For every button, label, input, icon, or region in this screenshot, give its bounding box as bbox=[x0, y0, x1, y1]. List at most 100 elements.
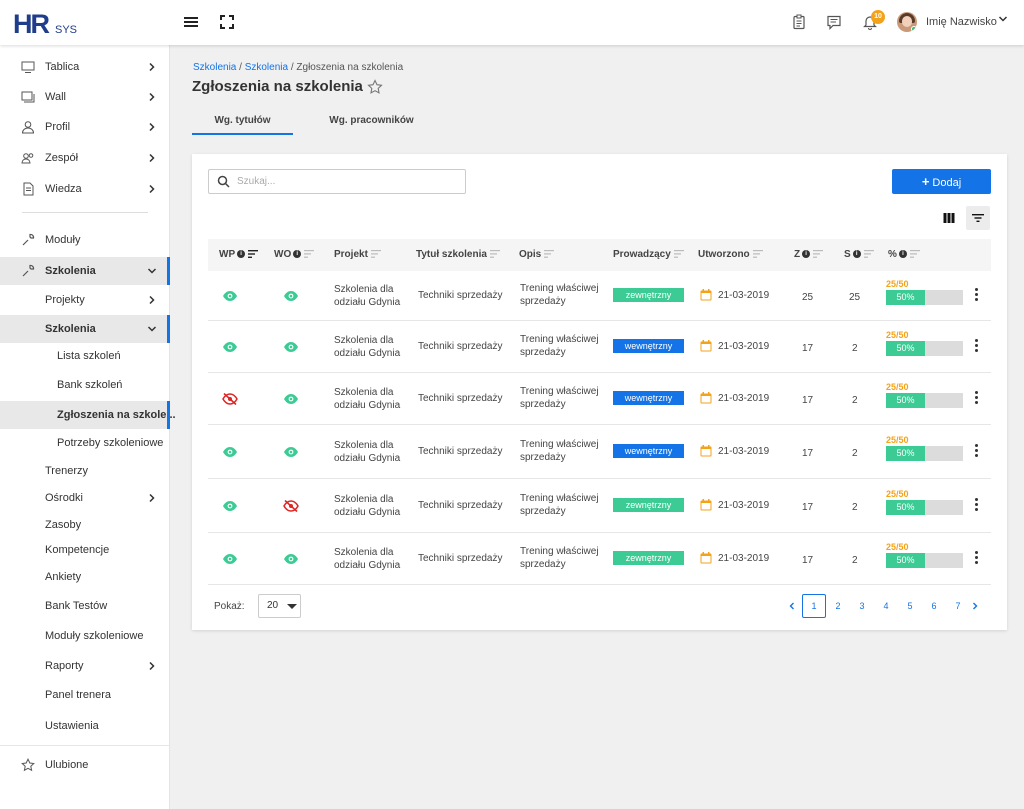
chat-icon[interactable] bbox=[826, 14, 842, 30]
sort-icon[interactable] bbox=[370, 250, 381, 259]
eye-off-icon[interactable] bbox=[283, 500, 299, 512]
clipboard-icon[interactable] bbox=[791, 14, 807, 30]
sidebar-item-szkolenia-sub[interactable]: Szkolenia bbox=[0, 315, 170, 343]
sort-icon[interactable] bbox=[304, 250, 315, 259]
sidebar-item-tablica[interactable]: Tablica bbox=[0, 53, 170, 81]
column-header-opis[interactable]: Opis bbox=[519, 239, 555, 271]
column-header-z[interactable]: Zi bbox=[794, 239, 824, 271]
column-header-wo[interactable]: WO i bbox=[274, 239, 315, 271]
info-icon[interactable]: i bbox=[293, 250, 302, 259]
sidebar-item-wiedza[interactable]: Wiedza bbox=[0, 175, 170, 203]
chevron-right-icon bbox=[147, 184, 157, 194]
pagination-page[interactable]: 5 bbox=[898, 594, 922, 618]
sidebar-item-zespol[interactable]: Zespół bbox=[0, 144, 170, 172]
sidebar-item-trenerzy[interactable]: Trenerzy bbox=[0, 457, 170, 485]
user-avatar[interactable] bbox=[897, 12, 917, 32]
breadcrumb-current: Zgłoszenia na szkolenia bbox=[296, 62, 404, 73]
tab-wg-tytulow[interactable]: Wg. tytułów bbox=[192, 108, 293, 135]
pagination-next-icon[interactable] bbox=[963, 594, 987, 618]
sidebar-item-zasoby[interactable]: Zasoby bbox=[0, 511, 170, 539]
column-header-tytul[interactable]: Tytuł szkolenia bbox=[416, 239, 500, 271]
eye-icon[interactable] bbox=[222, 446, 238, 458]
eye-icon[interactable] bbox=[283, 393, 299, 405]
calendar-icon bbox=[700, 552, 712, 564]
sidebar-item-raporty[interactable]: Raporty bbox=[0, 652, 170, 680]
eye-icon[interactable] bbox=[222, 553, 238, 565]
sort-icon[interactable] bbox=[489, 250, 500, 259]
pagination-prev-icon[interactable] bbox=[780, 594, 804, 618]
project-line: Szkolenia dla bbox=[334, 547, 394, 558]
favorite-star-icon[interactable] bbox=[367, 79, 383, 95]
sidebar-item-label: Moduły bbox=[45, 234, 81, 246]
sidebar-item-panel-trenera[interactable]: Panel trenera bbox=[0, 681, 170, 709]
column-header-percent[interactable]: % i bbox=[888, 239, 920, 271]
row-menu-icon[interactable] bbox=[975, 288, 979, 301]
sidebar-item-bank-testow[interactable]: Bank Testów bbox=[0, 592, 170, 620]
eye-off-icon[interactable] bbox=[222, 393, 238, 405]
info-icon[interactable]: i bbox=[237, 250, 246, 259]
eye-icon[interactable] bbox=[283, 290, 299, 302]
sidebar-item-zgloszenia[interactable]: Zgłoszenia na szkole... bbox=[0, 401, 176, 429]
pagination-page[interactable]: 2 bbox=[826, 594, 850, 618]
sidebar-item-profil[interactable]: Profil bbox=[0, 113, 170, 141]
row-menu-icon[interactable] bbox=[975, 498, 979, 511]
filter-button[interactable] bbox=[966, 206, 990, 230]
sidebar-item-ustawienia[interactable]: Ustawienia bbox=[0, 712, 170, 740]
sidebar-item-szkolenia[interactable]: Szkolenia bbox=[0, 257, 170, 285]
info-icon[interactable]: i bbox=[852, 250, 861, 259]
sort-icon[interactable] bbox=[813, 250, 824, 259]
page-size-select[interactable]: 20 bbox=[258, 594, 301, 618]
sort-icon[interactable] bbox=[863, 250, 874, 259]
user-menu-chevron-icon[interactable] bbox=[998, 14, 1008, 27]
column-header-utworzono[interactable]: Utworzono bbox=[698, 239, 763, 271]
hamburger-menu-icon[interactable] bbox=[183, 14, 199, 30]
sidebar-item-moduly[interactable]: Moduły bbox=[0, 226, 170, 254]
column-header-wp[interactable]: WP i bbox=[219, 239, 259, 271]
row-menu-icon[interactable] bbox=[975, 339, 979, 352]
tab-wg-pracownikow[interactable]: Wg. pracowników bbox=[309, 108, 434, 135]
sidebar-item-label: Zasoby bbox=[45, 519, 82, 531]
breadcrumb-link-szkolenia[interactable]: Szkolenia bbox=[193, 62, 236, 73]
sidebar-item-projekty[interactable]: Projekty bbox=[0, 286, 170, 314]
fullscreen-icon[interactable] bbox=[219, 14, 235, 30]
row-menu-icon[interactable] bbox=[975, 551, 979, 564]
eye-icon[interactable] bbox=[222, 341, 238, 353]
info-icon[interactable]: i bbox=[802, 250, 811, 259]
sidebar-item-lista-szkolen[interactable]: Lista szkoleń bbox=[0, 342, 170, 370]
sidebar-item-bank-szkolen[interactable]: Bank szkoleń bbox=[0, 371, 170, 399]
sidebar-item-osrodki[interactable]: Ośrodki bbox=[0, 484, 170, 512]
column-header-s[interactable]: Si bbox=[844, 239, 874, 271]
row-menu-icon[interactable] bbox=[975, 444, 979, 457]
sidebar-item-wall[interactable]: Wall bbox=[0, 83, 170, 111]
eye-icon[interactable] bbox=[283, 553, 299, 565]
pagination-page[interactable]: 4 bbox=[874, 594, 898, 618]
sidebar-item-moduly-szkoleniowe[interactable]: Moduły szkoleniowe bbox=[0, 622, 170, 650]
sidebar-item-kompetencje[interactable]: Kompetencje bbox=[0, 536, 170, 564]
sort-icon[interactable] bbox=[248, 250, 259, 259]
sidebar-item-ulubione[interactable]: Ulubione bbox=[0, 751, 170, 779]
sort-icon[interactable] bbox=[752, 250, 763, 259]
columns-toggle-button[interactable] bbox=[937, 206, 961, 230]
eye-icon[interactable] bbox=[222, 500, 238, 512]
eye-icon[interactable] bbox=[283, 446, 299, 458]
add-button[interactable]: + Dodaj bbox=[892, 169, 991, 194]
sort-icon[interactable] bbox=[673, 250, 684, 259]
sort-icon[interactable] bbox=[544, 250, 555, 259]
row-menu-icon[interactable] bbox=[975, 391, 979, 404]
info-icon[interactable]: i bbox=[898, 250, 907, 259]
user-name[interactable]: Imię Nazwisko bbox=[926, 16, 997, 28]
column-header-projekt[interactable]: Projekt bbox=[334, 239, 381, 271]
pagination-page[interactable]: 3 bbox=[850, 594, 874, 618]
hrsys-logo[interactable]: HR SYS bbox=[13, 9, 83, 39]
eye-icon[interactable] bbox=[222, 290, 238, 302]
sidebar-item-potrzeby[interactable]: Potrzeby szkoleniowe bbox=[0, 429, 170, 457]
pagination-page[interactable]: 6 bbox=[922, 594, 946, 618]
pagination-page[interactable]: 1 bbox=[802, 594, 826, 618]
eye-icon[interactable] bbox=[283, 341, 299, 353]
sort-icon[interactable] bbox=[909, 250, 920, 259]
sidebar-item-ankiety[interactable]: Ankiety bbox=[0, 563, 170, 591]
column-header-prowadzacy[interactable]: Prowadzący bbox=[613, 239, 684, 271]
chevron-right-icon bbox=[147, 122, 157, 132]
breadcrumb-link-szkolenia-sub[interactable]: Szkolenia bbox=[245, 62, 288, 73]
search-input[interactable] bbox=[237, 173, 457, 190]
